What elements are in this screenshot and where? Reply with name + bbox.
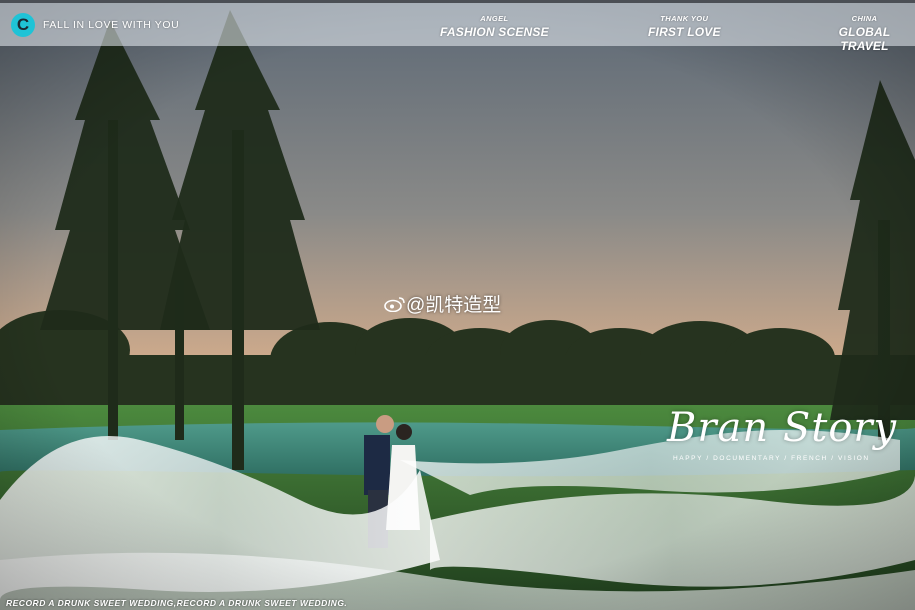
- weibo-icon: [384, 297, 405, 312]
- script-title: Bran Story: [667, 405, 898, 451]
- script-subtitle: HAPPY / DOCUMENTARY / FRENCH / VISION: [673, 455, 870, 462]
- brand-tagline: FALL IN LOVE WITH YOU: [43, 19, 180, 31]
- brand-logo-icon[interactable]: C: [11, 13, 35, 37]
- watermark-text: @凯特造型: [406, 295, 502, 316]
- nav-first-love[interactable]: THANK YOU FIRST LOVE: [648, 14, 721, 39]
- nav-main-label: FASHION SCENSE: [440, 25, 549, 39]
- nav-main-label: GLOBAL TRAVEL: [838, 25, 891, 53]
- nav-sub-label: CHINA: [851, 14, 878, 23]
- top-navigation-bar: C FALL IN LOVE WITH YOU ANGEL FASHION SC…: [0, 0, 915, 53]
- nav-sub-label: THANK YOU: [660, 14, 709, 23]
- nav-fashion-scense[interactable]: ANGEL FASHION SCENSE: [440, 14, 549, 39]
- weibo-watermark: @凯特造型: [384, 290, 501, 317]
- nav-global-travel[interactable]: CHINA GLOBAL TRAVEL: [814, 14, 915, 53]
- nav-main-label: FIRST LOVE: [648, 25, 721, 39]
- nav-sub-label: ANGEL: [480, 14, 509, 23]
- footer-caption: RECORD A DRUNK SWEET WEDDING,RECORD A DR…: [6, 598, 348, 608]
